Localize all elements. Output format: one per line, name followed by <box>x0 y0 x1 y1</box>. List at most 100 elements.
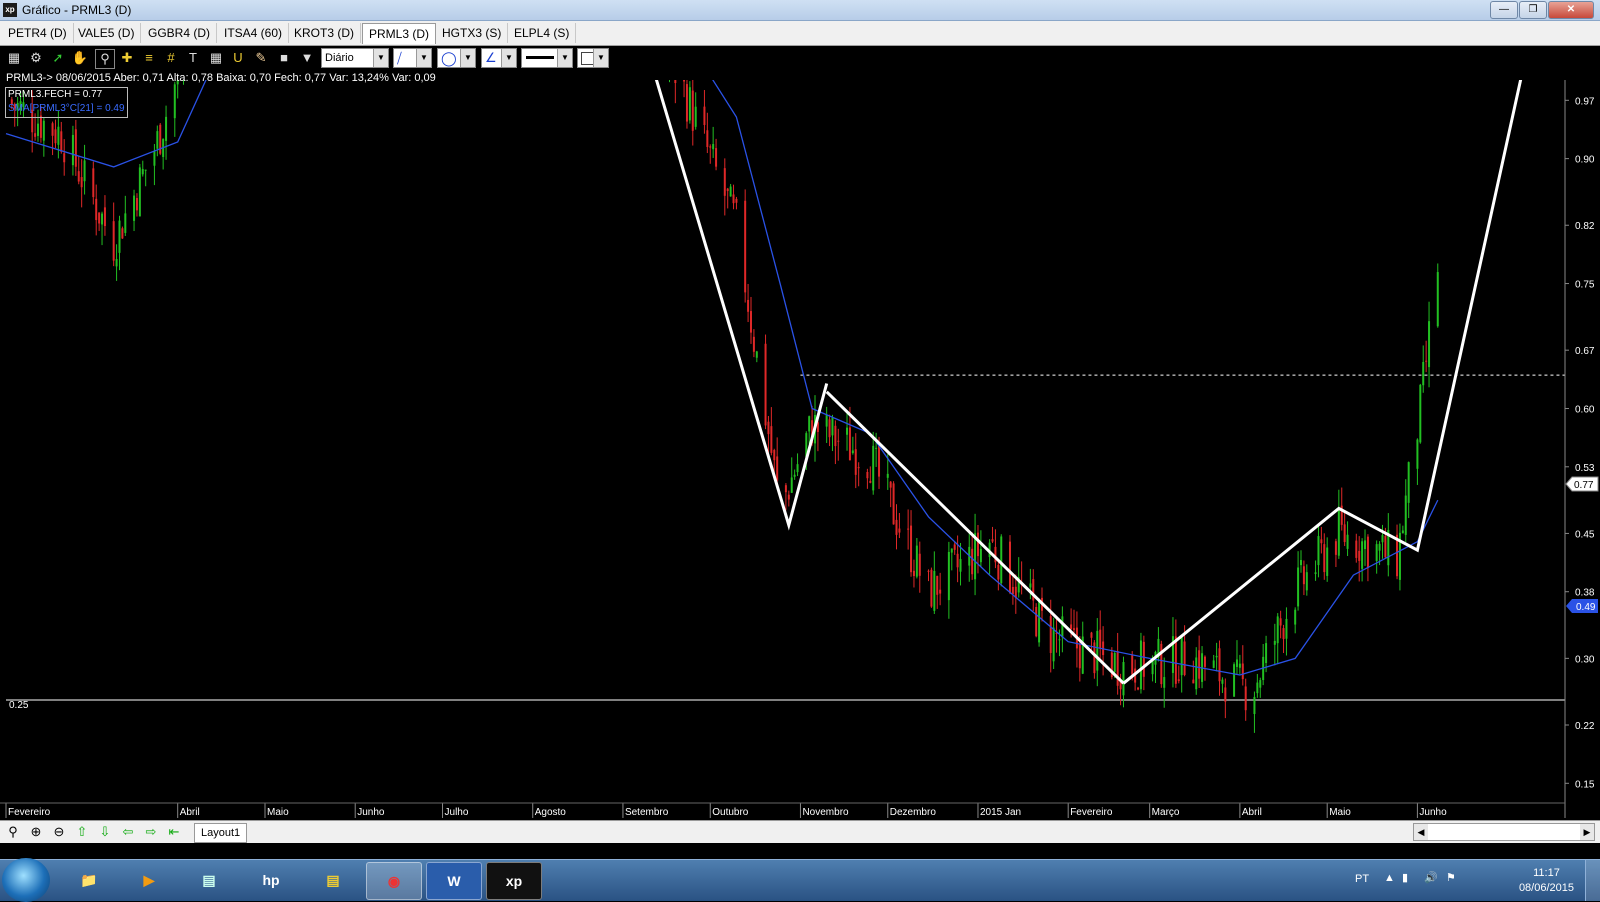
x-tick-label: Outubro <box>712 807 749 818</box>
explorer-icon[interactable]: 📁 <box>62 862 116 898</box>
horizontal-scrollbar[interactable]: ◀ ▶ <box>1413 823 1595 841</box>
text-icon[interactable]: T <box>184 49 202 67</box>
tab-krot3[interactable]: KROT3 (D) <box>288 23 361 43</box>
candle-body <box>57 126 60 145</box>
channel-icon[interactable]: # <box>162 49 180 67</box>
tab-petr4[interactable]: PETR4 (D) <box>2 23 74 43</box>
candle-body <box>141 169 144 175</box>
arrow-left-icon[interactable]: ⇦ <box>119 823 137 841</box>
candle-body <box>930 569 933 607</box>
tab-ggbr4[interactable]: GGBR4 (D) <box>142 23 218 43</box>
zoom-icon[interactable]: ⚲ <box>4 823 22 841</box>
clock[interactable]: 11:17 08/06/2015 <box>1519 866 1574 896</box>
candle-body <box>767 421 770 435</box>
system-tray: PT ▲ ▮ 🔊 ⚑ 11:17 08/06/2015 <box>1340 860 1600 901</box>
tab-hgtx3[interactable]: HGTX3 (S) <box>436 23 509 43</box>
candle-body <box>77 171 80 182</box>
action-center-icon[interactable]: ⚑ <box>1446 871 1456 884</box>
candle-body <box>1244 686 1247 711</box>
trend-drawing <box>1122 0 1540 685</box>
archive-icon[interactable]: ▤ <box>306 862 360 898</box>
minimize-button[interactable]: — <box>1490 1 1518 19</box>
settings-icon[interactable]: ⚙ <box>27 49 45 67</box>
fibonacci-icon[interactable]: ≡ <box>140 49 158 67</box>
candle-body <box>784 485 787 493</box>
candle-body <box>1381 535 1384 543</box>
line-style-select[interactable]: ▼ <box>521 48 573 68</box>
candle-body <box>997 564 1000 580</box>
y-tick-label: 0.45 <box>1575 529 1595 540</box>
filter-icon[interactable]: ▼ <box>298 49 316 67</box>
candle-body <box>34 133 37 137</box>
calculator-icon[interactable]: ▦ <box>207 49 225 67</box>
x-tick-label: Maio <box>267 807 289 818</box>
layout-tab[interactable]: Layout1 <box>194 823 248 843</box>
tab-prml3[interactable]: PRML3 (D) <box>362 23 437 44</box>
support-level-label: 0.25 <box>9 700 29 711</box>
magnet-icon[interactable]: U <box>229 49 247 67</box>
candle-body <box>872 445 875 491</box>
xp-icon[interactable]: xp <box>486 862 542 900</box>
tab-vale5[interactable]: VALE5 (D) <box>72 23 142 43</box>
candle-body <box>1285 618 1288 639</box>
volume-icon[interactable]: 🔊 <box>1424 871 1438 884</box>
price-chart[interactable]: 1.651.571.501.421.351.271.201.121.050.97… <box>0 0 1600 857</box>
show-desktop-button[interactable] <box>1585 860 1600 901</box>
network-icon[interactable]: ▤ <box>182 862 236 898</box>
close-button[interactable]: ✕ <box>1548 1 1594 19</box>
candle-body <box>1364 540 1367 550</box>
fan-icon: ∠ <box>485 50 497 65</box>
candle-body <box>773 450 776 461</box>
eraser-icon[interactable]: ✎ <box>252 49 270 67</box>
period-select[interactable]: Diário ▼ <box>321 48 389 68</box>
candle-body <box>976 532 979 557</box>
line-tool-select[interactable]: ⧸ ▼ <box>393 48 432 68</box>
candle-body <box>898 528 901 533</box>
hp-icon[interactable]: hp <box>244 862 298 898</box>
candle-body <box>1142 641 1145 677</box>
zoom-in-icon[interactable]: ⊕ <box>27 823 45 841</box>
chrome-icon[interactable]: ◉ <box>366 862 422 900</box>
candle-body <box>886 473 889 478</box>
candle-body <box>1122 662 1125 696</box>
start-button[interactable] <box>2 858 50 902</box>
zoom-out-icon[interactable]: ⊖ <box>50 823 68 841</box>
candle-body <box>1000 536 1003 584</box>
maximize-button[interactable]: ❐ <box>1519 1 1547 19</box>
y-tick-label: 0.82 <box>1575 221 1595 232</box>
crosshair-icon[interactable]: ✚ <box>118 49 136 67</box>
candle-body <box>939 589 942 594</box>
chart-type-icon[interactable]: ▦ <box>5 49 23 67</box>
language-indicator[interactable]: PT <box>1355 873 1369 885</box>
indicator-icon[interactable]: ➚ <box>49 49 67 67</box>
scroll-left-icon[interactable]: ◀ <box>1414 824 1428 840</box>
legend-sma: SMA[PRML3°C[21] = 0.49 <box>8 103 125 114</box>
candle-body <box>153 151 156 166</box>
word-icon[interactable]: W <box>426 862 482 900</box>
y-tick-label: 0.53 <box>1575 463 1595 474</box>
shape-tool-select[interactable]: ◯ ▼ <box>437 48 476 68</box>
tab-elpl4[interactable]: ELPL4 (S) <box>508 23 577 43</box>
media-player-icon[interactable]: ▶ <box>122 862 176 898</box>
show-hidden-icon[interactable]: ▲ <box>1384 872 1395 884</box>
zoom-area-icon[interactable]: ⚲ <box>95 49 115 69</box>
hand-icon[interactable]: ✋ <box>71 49 89 67</box>
signal-icon[interactable]: ▮ <box>1402 871 1408 884</box>
fan-tool-select[interactable]: ∠ ▼ <box>481 48 517 68</box>
arrow-right-icon[interactable]: ⇨ <box>142 823 160 841</box>
lock-icon[interactable]: ■ <box>275 49 293 67</box>
scroll-right-icon[interactable]: ▶ <box>1580 824 1594 840</box>
candle-body <box>956 553 959 568</box>
arrow-up-icon[interactable]: ⇧ <box>73 823 91 841</box>
arrow-down-icon[interactable]: ⇩ <box>96 823 114 841</box>
tab-itsa4[interactable]: ITSA4 (60) <box>218 23 290 43</box>
candle-body <box>1314 572 1317 574</box>
candle-body <box>92 168 95 198</box>
arrow-home-icon[interactable]: ⇤ <box>165 823 183 841</box>
candle-body <box>115 259 118 267</box>
candle-body <box>755 351 758 358</box>
candle-body <box>1323 544 1326 573</box>
windows-taskbar: 📁 ▶ ▤ hp ▤ ◉ W xp PT ▲ ▮ 🔊 ⚑ 11:17 08/06… <box>0 858 1600 902</box>
color-select[interactable]: ▼ <box>577 48 609 68</box>
asset-tabbar: PETR4 (D) VALE5 (D) GGBR4 (D) ITSA4 (60)… <box>0 21 1600 46</box>
